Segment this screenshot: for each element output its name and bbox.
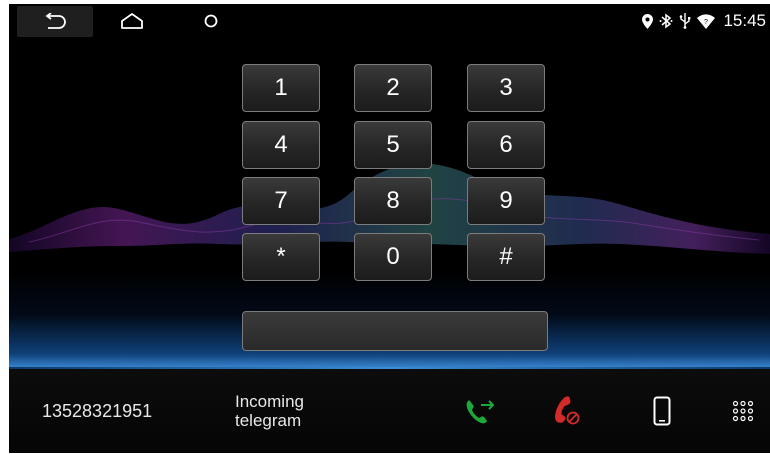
key-8[interactable]: 8 [354, 177, 432, 225]
location-icon [642, 13, 654, 29]
dialpad-grid-icon [732, 400, 754, 422]
key-0[interactable]: 0 [354, 233, 432, 281]
key-star[interactable]: * [242, 233, 320, 281]
home-icon [121, 13, 143, 29]
caller-number: 13528321951 [42, 401, 153, 421]
wifi-icon: ? [697, 13, 716, 29]
key-5[interactable]: 5 [354, 121, 432, 169]
key-3[interactable]: 3 [467, 64, 545, 112]
back-icon [45, 12, 66, 29]
key-1[interactable]: 1 [242, 64, 320, 112]
recent-apps-button[interactable] [199, 9, 223, 33]
clock: 15:45 [723, 11, 766, 30]
key-4[interactable]: 4 [242, 121, 320, 169]
status-icons: ? 15:45 [642, 4, 766, 38]
answer-call-button[interactable] [460, 391, 500, 431]
key-9[interactable]: 9 [467, 177, 545, 225]
phone-device-button[interactable] [642, 391, 682, 431]
home-button[interactable] [117, 7, 147, 35]
call-status-line1: Incoming [235, 392, 304, 411]
dialpad-button[interactable] [723, 391, 763, 431]
reject-call-icon [555, 396, 580, 425]
bluetooth-icon [659, 13, 673, 29]
key-hash[interactable]: # [467, 233, 545, 281]
usb-icon [680, 13, 691, 29]
call-status: Incoming telegram [235, 392, 355, 430]
call-bar: 13528321951 Incoming telegram [9, 369, 770, 453]
car-phone-screen: ? 15:45 1 2 3 4 5 6 7 8 9 * 0 # 13528321… [9, 4, 770, 453]
phone-device-icon [653, 396, 671, 426]
back-button[interactable] [17, 6, 93, 37]
dialed-number-field[interactable] [242, 311, 548, 351]
svg-text:?: ? [705, 19, 709, 26]
status-bar: ? 15:45 [9, 4, 770, 38]
answer-call-icon [466, 400, 494, 424]
call-status-line2: telegram [235, 411, 302, 430]
key-2[interactable]: 2 [354, 64, 432, 112]
key-6[interactable]: 6 [467, 121, 545, 169]
recent-apps-icon [204, 14, 218, 28]
key-7[interactable]: 7 [242, 177, 320, 225]
reject-call-button[interactable] [546, 391, 586, 431]
